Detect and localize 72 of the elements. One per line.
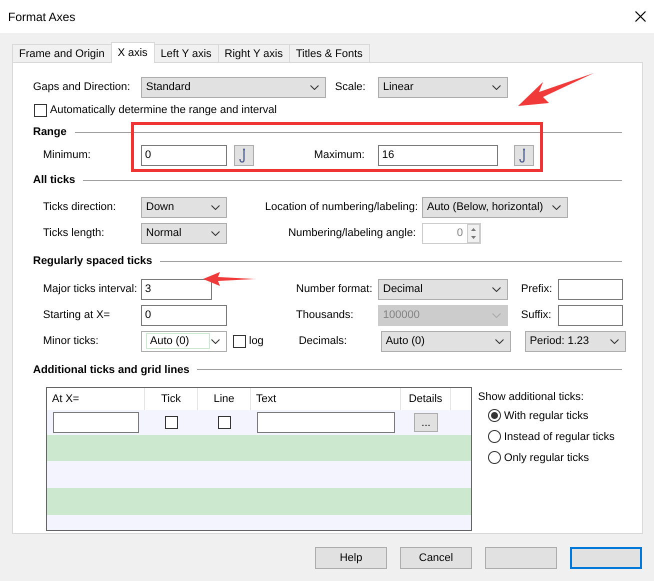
pick-button[interactable] <box>234 144 254 166</box>
field-label: Prefix: <box>521 283 554 295</box>
input-field[interactable]: 3 <box>141 278 212 300</box>
tab[interactable]: Frame and Origin <box>12 44 112 62</box>
chevron-icon <box>492 84 501 90</box>
dialog-button[interactable]: Cancel <box>400 547 472 569</box>
checkbox[interactable] <box>34 104 47 116</box>
field-label: Major ticks interval: <box>42 283 138 295</box>
field-label: Ticks direction: <box>42 201 117 213</box>
tab[interactable]: Titles & Fonts <box>288 44 370 62</box>
field-label: Scale: <box>335 81 367 93</box>
input-field[interactable]: 0 <box>141 304 227 326</box>
chevron-icon <box>552 204 561 210</box>
chevron-icon <box>211 338 220 344</box>
field-label: Starting at X= <box>42 309 111 321</box>
chevron-icon <box>211 230 220 236</box>
dropdown[interactable]: Linear <box>378 76 508 98</box>
dialog-button[interactable]: Help <box>315 547 387 569</box>
field-label: Gaps and Direction: <box>33 81 132 93</box>
chevron-icon <box>610 338 619 344</box>
window-title: Format Axes <box>8 10 76 24</box>
input-field[interactable] <box>53 412 139 433</box>
dropdown[interactable]: Decimal <box>378 278 508 300</box>
input-field[interactable] <box>558 304 623 326</box>
pick-button[interactable] <box>514 144 534 166</box>
tab[interactable]: X axis <box>110 42 155 63</box>
field-label: Location of numbering/labeling: <box>265 201 419 213</box>
chevron-icon <box>492 312 501 318</box>
input-field[interactable] <box>558 278 623 300</box>
chevron-icon <box>310 84 319 90</box>
checkbox-label: log <box>249 335 264 347</box>
radio-button[interactable] <box>488 430 501 443</box>
chevron-icon <box>211 204 220 210</box>
field-label: Number format: <box>296 283 374 295</box>
field-label: Ticks length: <box>42 227 106 239</box>
field-label: Decimals: <box>298 335 348 347</box>
chevron-icon <box>494 338 504 344</box>
checkbox[interactable] <box>218 416 231 429</box>
dropdown[interactable]: Down <box>141 196 227 218</box>
section-heading: Range <box>33 126 67 138</box>
radio-option[interactable]: With regular ticks <box>478 405 615 426</box>
section-heading: All ticks <box>33 174 76 186</box>
field-label: Minor ticks: <box>42 335 100 347</box>
radio-option[interactable]: Only regular ticks <box>478 447 615 468</box>
details-button[interactable]: ... <box>414 413 438 432</box>
section-heading: Regularly spaced ticks <box>33 255 152 267</box>
input-field[interactable] <box>257 412 395 433</box>
combo-field[interactable]: Auto (0) <box>141 330 227 352</box>
radio-option[interactable]: Instead of regular ticks <box>478 426 615 447</box>
field-label: Numbering/labeling angle: <box>287 227 417 239</box>
field-label: Thousands: <box>296 309 354 321</box>
field-label: Maximum: <box>314 149 366 161</box>
dropdown[interactable]: Standard <box>141 76 326 98</box>
dropdown[interactable]: Normal <box>141 222 227 244</box>
dropdown[interactable]: Period: 1.23 <box>524 330 626 352</box>
input-field[interactable]: 16 <box>378 144 498 166</box>
radio-button[interactable] <box>488 451 501 464</box>
group-label: Show additional ticks: <box>478 391 585 403</box>
tab[interactable]: Right Y axis <box>218 44 290 62</box>
section-heading: Additional ticks and grid lines <box>33 364 190 376</box>
checkbox[interactable] <box>165 416 178 429</box>
chevron-icon <box>492 286 501 292</box>
field-label: Minimum: <box>42 149 92 161</box>
close-icon[interactable] <box>635 11 646 22</box>
input-field[interactable]: 0 <box>141 144 227 166</box>
field-label: Suffix: <box>521 309 552 321</box>
dropdown[interactable]: Auto (Below, horizontal) <box>422 196 568 218</box>
dialog-button[interactable] <box>570 547 642 569</box>
dropdown[interactable]: Auto (0) <box>380 330 511 352</box>
checkbox[interactable] <box>233 334 246 348</box>
radio-button[interactable] <box>488 409 501 422</box>
checkbox-label: Automatically determine the range and interval <box>50 104 277 116</box>
